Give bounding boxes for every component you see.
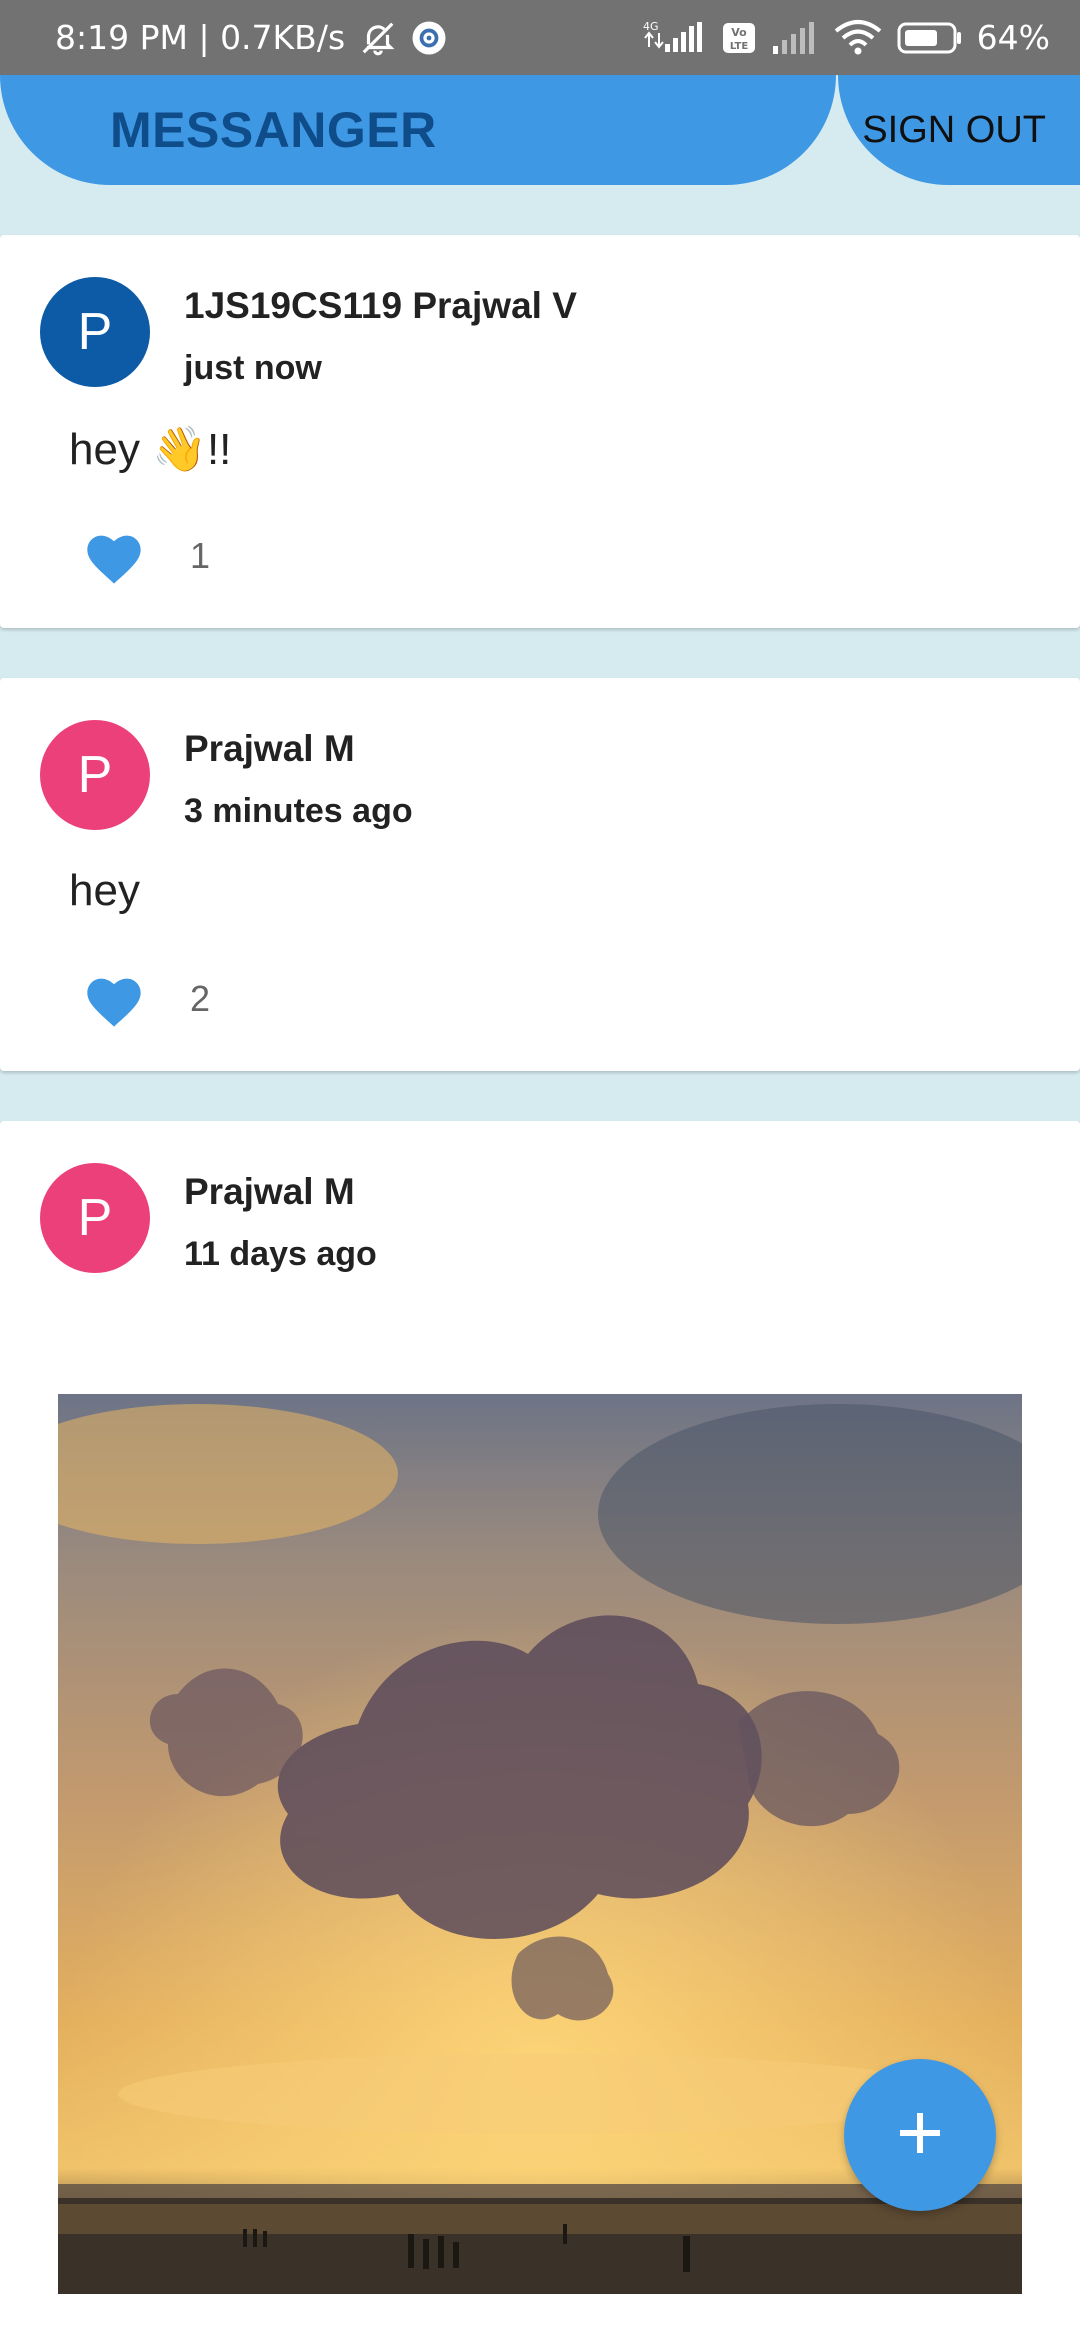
post-message: hey 👋!! — [69, 425, 232, 474]
post-time: just now — [184, 349, 322, 387]
post-author: Prajwal M — [184, 1171, 355, 1212]
avatar-letter: P — [77, 746, 113, 804]
status-bar: 8:19 PM | 0.7KB/s 4G Vo LTE 64% — [0, 0, 1080, 75]
post-card: P 1JS19CS119 Prajwal V just now hey 👋!! … — [0, 235, 1080, 628]
avatar[interactable]: P — [40, 720, 150, 830]
settings-badge-icon — [411, 20, 447, 56]
status-time: 8:19 PM | 0.7KB/s — [55, 18, 346, 57]
post-author: Prajwal M — [184, 728, 355, 769]
plus-icon — [896, 2109, 944, 2162]
svg-text:Vo: Vo — [731, 26, 747, 39]
svg-text:LTE: LTE — [729, 41, 748, 52]
bell-off-icon — [359, 19, 397, 57]
signal-bars-icon — [771, 20, 819, 56]
signal-4g-icon: 4G — [637, 18, 707, 58]
post-message: hey — [69, 866, 140, 915]
battery-icon — [897, 21, 963, 55]
post-card: P Prajwal M 3 minutes ago hey 2 — [0, 678, 1080, 1071]
volte-icon: Vo LTE — [721, 21, 757, 55]
avatar[interactable]: P — [40, 1163, 150, 1273]
wifi-icon — [833, 19, 883, 57]
app-title-bar: MESSANGER — [0, 75, 836, 185]
sign-out-button[interactable]: SIGN OUT — [838, 75, 1080, 185]
avatar-letter: P — [77, 1189, 113, 1247]
app-title: MESSANGER — [110, 102, 437, 158]
post-time: 3 minutes ago — [184, 792, 413, 830]
avatar-letter: P — [77, 303, 113, 361]
sign-out-label: SIGN OUT — [862, 108, 1046, 151]
like-count: 2 — [190, 978, 211, 1019]
add-post-button[interactable] — [844, 2059, 996, 2211]
heart-icon[interactable] — [82, 970, 146, 1030]
battery-percent: 64% — [976, 18, 1050, 57]
heart-icon[interactable] — [82, 527, 146, 587]
svg-text:4G: 4G — [643, 20, 659, 33]
avatar[interactable]: P — [40, 277, 150, 387]
post-author: 1JS19CS119 Prajwal V — [184, 285, 577, 326]
like-count: 1 — [190, 535, 211, 576]
post-time: 11 days ago — [184, 1235, 377, 1273]
